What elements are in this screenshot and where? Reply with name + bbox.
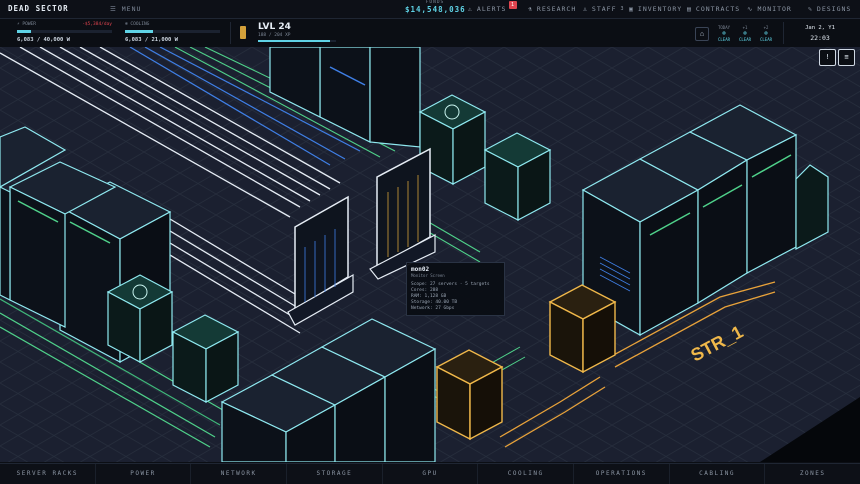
document-icon: ▤ <box>687 5 692 13</box>
tooltip-subtitle: Monitor Screen <box>411 273 445 278</box>
power-label: ⚡ POWER <box>17 22 36 27</box>
flask-icon: ⚗ <box>528 5 533 13</box>
forecast-status: CLEAR <box>738 37 752 42</box>
thermometer-icon: ⌂ <box>699 30 705 38</box>
storage-unit[interactable] <box>548 284 617 374</box>
nav-contracts[interactable]: ▤ CONTRACTS <box>687 5 740 13</box>
alerts-badge: 1 <box>509 1 517 9</box>
level-icon <box>240 26 246 39</box>
cooling-label: ❄ COOLING <box>125 22 150 27</box>
menu-label: MENU <box>121 5 142 13</box>
cooling-unit[interactable] <box>483 132 552 221</box>
cooling-meter: ❄ COOLING 6,083 / 21,000 W <box>125 22 220 43</box>
tab-operations[interactable]: OPERATIONS <box>574 464 670 484</box>
tab-cooling[interactable]: COOLING <box>478 464 575 484</box>
top-bar: DEAD SECTOR ☰ MENU FUNDS $14,548,036 ⚠ AL… <box>0 0 860 19</box>
weather-toggle-button[interactable]: ⌂ <box>695 27 709 41</box>
nav-inventory-label: INVENTORY <box>637 5 683 13</box>
nav-research-label: RESEARCH <box>536 5 577 13</box>
snowflake-icon: ❄ <box>743 30 747 37</box>
person-icon: ♙ <box>583 5 588 13</box>
power-bar <box>17 30 112 33</box>
tab-gpu[interactable]: GPU <box>383 464 479 484</box>
nav-monitor[interactable]: ∿ MONITOR <box>747 5 792 13</box>
power-label-text: POWER <box>22 22 36 27</box>
power-rate: -$5,384/day <box>82 22 112 27</box>
forecast-today: TODAY ❄ CLEAR <box>715 25 733 42</box>
warning-icon: ⚠ <box>468 5 473 13</box>
cooling-bar <box>125 30 220 33</box>
nav-research[interactable]: ⚗ RESEARCH <box>528 5 576 13</box>
pulse-icon: ∿ <box>747 5 754 13</box>
power-value: 6,083 / 40,000 W <box>17 37 70 43</box>
tab-zones[interactable]: ZONES <box>765 464 860 484</box>
box-icon: ▣ <box>629 5 634 13</box>
nav-designs-label: DESIGNS <box>816 5 852 13</box>
tab-network[interactable]: NETWORK <box>191 464 288 484</box>
nav-staff[interactable]: ♙ STAFF 3 <box>583 5 625 13</box>
storage-unit[interactable] <box>435 349 504 441</box>
funds-value: $14,548,036 <box>405 5 466 14</box>
pencil-icon: ✎ <box>808 5 813 13</box>
xp-bar-fill <box>258 40 330 42</box>
forecast-plus2: +2 ❄ CLEAR <box>757 25 775 42</box>
nav-designs[interactable]: ✎ DESIGNS <box>808 5 851 13</box>
tooltip-network: Network: 27 Gbps <box>411 306 455 311</box>
cooling-unit[interactable] <box>171 314 240 403</box>
power-bar-fill <box>17 30 32 33</box>
power-meter: ⚡ POWER -$5,384/day 6,083 / 40,000 W <box>17 22 112 43</box>
staff-badge: 3 <box>620 6 625 12</box>
xp-bar <box>258 40 336 42</box>
datacenter-floor-view[interactable]: STR_1 <box>0 47 860 462</box>
level-xp: 188 / 204 XP <box>258 33 291 38</box>
cooling-label-text: COOLING <box>130 22 150 27</box>
funds-display: FUNDS $14,548,036 <box>405 0 465 14</box>
object-tooltip: mon02 Monitor Screen Scope: 27 servers ·… <box>406 262 505 316</box>
menu-button[interactable]: ☰ MENU <box>110 5 141 13</box>
tab-storage[interactable]: STORAGE <box>287 464 383 484</box>
divider <box>230 22 231 44</box>
tab-power[interactable]: POWER <box>96 464 192 484</box>
tab-server-racks[interactable]: SERVER RACKS <box>0 464 96 484</box>
nav-alerts-label: ALERTS <box>476 5 507 13</box>
snowflake-icon: ❄ <box>764 30 768 37</box>
forecast-plus1: +1 ❄ CLEAR <box>736 25 754 42</box>
tooltip-title: mon02 <box>411 266 430 273</box>
nav-alerts[interactable]: ⚠ ALERTS <box>468 5 506 13</box>
cooling-bar-fill <box>125 30 153 33</box>
tab-cabling[interactable]: CABLING <box>670 464 766 484</box>
forecast-status: CLEAR <box>759 37 773 42</box>
nav-inventory[interactable]: ▣ INVENTORY <box>629 5 682 13</box>
level-label: LVL 24 <box>258 22 291 32</box>
cooling-unit[interactable] <box>106 274 174 363</box>
forecast-status: CLEAR <box>717 37 731 42</box>
snowflake-icon: ❄ <box>722 30 726 37</box>
game-time: 22:03 <box>810 34 830 42</box>
alerts-side-button[interactable]: ! <box>819 49 836 66</box>
nav-contracts-label: CONTRACTS <box>695 5 741 13</box>
cooling-value: 6,083 / 21,000 W <box>125 37 178 43</box>
nav-staff-label: STAFF <box>591 5 617 13</box>
nav-monitor-label: MONITOR <box>757 5 792 13</box>
category-tabs: SERVER RACKS POWER NETWORK STORAGE GPU C… <box>0 463 860 484</box>
game-date: Jan 2, Y1 <box>805 25 835 31</box>
divider <box>783 22 784 44</box>
list-side-button[interactable]: ≡ <box>838 49 855 66</box>
app-title: DEAD SECTOR <box>8 4 69 13</box>
